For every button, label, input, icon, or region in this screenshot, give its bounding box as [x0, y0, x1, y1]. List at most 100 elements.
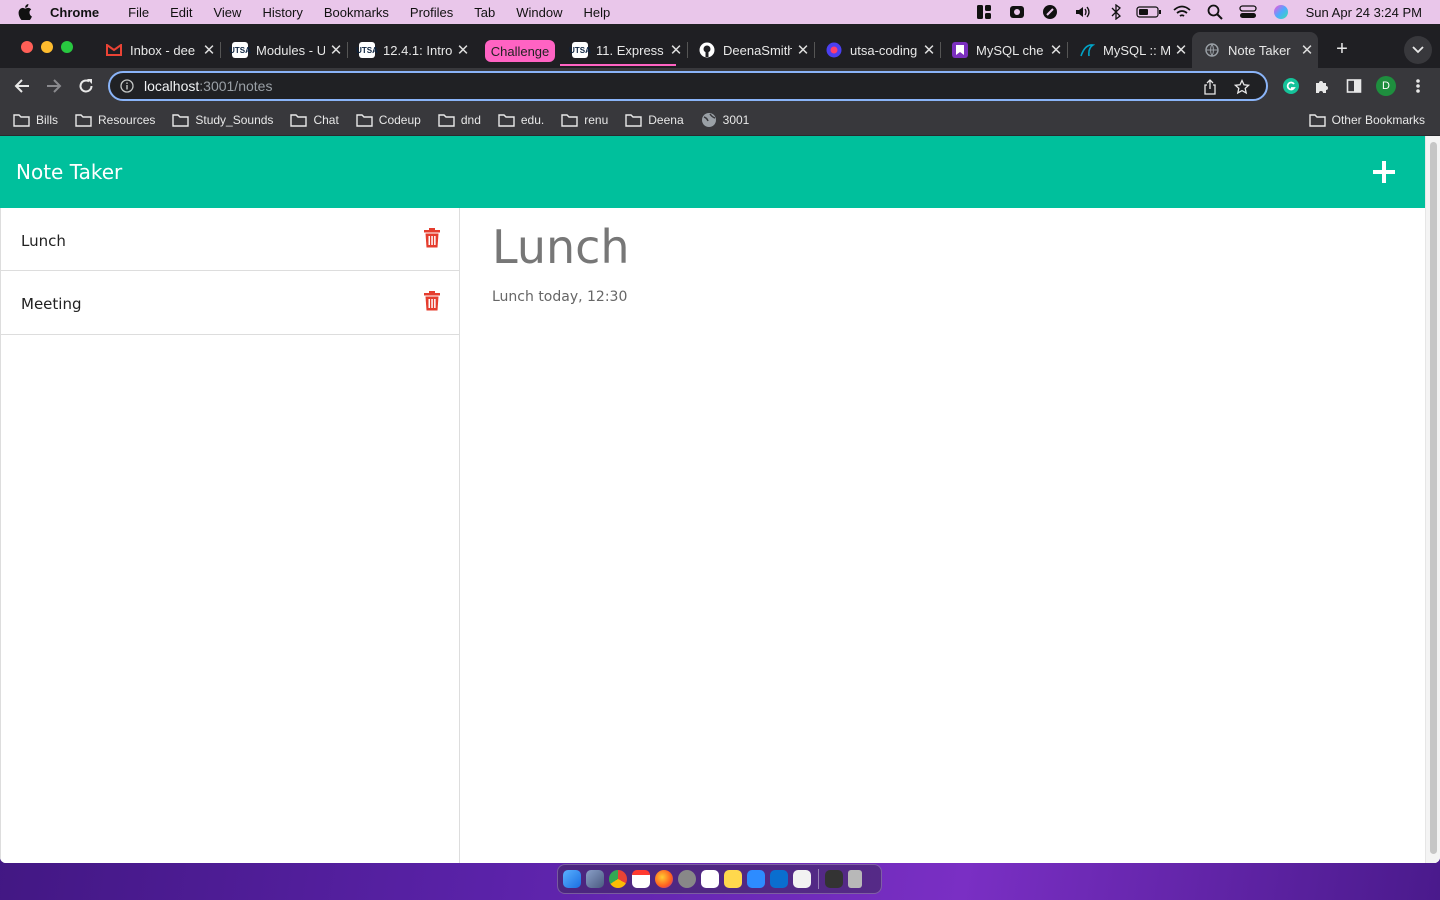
- note-text-area[interactable]: Lunch today, 12:30: [492, 289, 627, 305]
- tab-mysql-cheatsheet[interactable]: MySQL che ✕: [940, 36, 1068, 64]
- bookmark-star-icon[interactable]: [1226, 76, 1258, 98]
- list-item[interactable]: Lunch: [1, 208, 459, 271]
- close-tab-icon[interactable]: ✕: [1045, 41, 1067, 59]
- apple-icon[interactable]: [0, 4, 50, 20]
- tab-search-button[interactable]: [1404, 36, 1432, 64]
- calendar-icon[interactable]: [632, 870, 650, 888]
- new-tab-button[interactable]: +: [1330, 38, 1354, 61]
- menu-help[interactable]: Help: [584, 5, 611, 20]
- bookmark-study-sounds[interactable]: Study_Sounds: [172, 113, 273, 127]
- menu-history[interactable]: History: [262, 5, 302, 20]
- slack-icon[interactable]: [701, 870, 719, 888]
- profile-button[interactable]: D: [1374, 74, 1398, 98]
- close-tab-icon[interactable]: ✕: [452, 41, 474, 59]
- close-tab-icon[interactable]: ✕: [1170, 41, 1192, 59]
- close-tab-icon[interactable]: ✕: [792, 41, 814, 59]
- back-button[interactable]: [10, 74, 34, 98]
- bookmark-codeup[interactable]: Codeup: [356, 113, 421, 127]
- trash-icon[interactable]: [423, 291, 441, 311]
- notes-icon[interactable]: [724, 870, 742, 888]
- close-tab-icon[interactable]: ✕: [198, 41, 220, 59]
- bookmark-bills[interactable]: Bills: [13, 113, 58, 127]
- grid-app-icon[interactable]: [968, 0, 1001, 24]
- zoom-icon[interactable]: [747, 870, 765, 888]
- menu-edit[interactable]: Edit: [170, 5, 192, 20]
- grammarly-extension-icon[interactable]: [1279, 74, 1303, 98]
- bookmark-3001[interactable]: 3001: [701, 112, 749, 128]
- spotlight-search-icon[interactable]: [1199, 0, 1232, 24]
- menu-view[interactable]: View: [213, 5, 241, 20]
- side-panel-icon[interactable]: [1342, 74, 1366, 98]
- tab-inbox[interactable]: Inbox - dee ✕: [94, 36, 221, 64]
- minimize-window-button[interactable]: [41, 41, 53, 53]
- bookmark-resources[interactable]: Resources: [75, 113, 155, 127]
- bookmark-renu[interactable]: renu: [561, 113, 608, 127]
- close-tab-icon[interactable]: ✕: [665, 41, 687, 59]
- menu-window[interactable]: Window: [516, 5, 562, 20]
- vscode-icon[interactable]: [770, 870, 788, 888]
- feather-app-icon[interactable]: [1034, 0, 1067, 24]
- note-item-title[interactable]: Meeting: [21, 295, 81, 313]
- url-text[interactable]: localhost:3001/notes: [144, 78, 272, 94]
- volume-icon[interactable]: [1067, 0, 1100, 24]
- bookmark-deena[interactable]: Deena: [625, 113, 684, 127]
- extensions-puzzle-icon[interactable]: [1310, 74, 1334, 98]
- note-item-title[interactable]: Lunch: [21, 232, 66, 250]
- tab-12-4-1[interactable]: UTSA 12.4.1: Intro ✕: [347, 36, 474, 64]
- bookmark-edu[interactable]: edu.: [498, 113, 544, 127]
- chrome-menu-icon[interactable]: [1406, 74, 1430, 98]
- camera-app-icon[interactable]: [1001, 0, 1034, 24]
- textedit-icon[interactable]: [793, 870, 811, 888]
- trash-icon[interactable]: [423, 228, 441, 248]
- bookmark-label: dnd: [460, 112, 481, 127]
- close-tab-icon[interactable]: ✕: [325, 41, 347, 59]
- address-bar[interactable]: localhost:3001/notes: [108, 71, 1268, 101]
- system-preferences-icon[interactable]: [678, 870, 696, 888]
- tab-group-challenge[interactable]: Challenge: [485, 40, 555, 62]
- other-bookmarks[interactable]: Other Bookmarks: [1308, 104, 1425, 136]
- tab-note-taker[interactable]: Note Taker ✕: [1192, 32, 1318, 68]
- battery-icon[interactable]: [1133, 0, 1166, 24]
- menu-bookmarks[interactable]: Bookmarks: [324, 5, 389, 20]
- siri-icon[interactable]: [1265, 0, 1298, 24]
- menu-tab[interactable]: Tab: [474, 5, 495, 20]
- scrollbar-thumb[interactable]: [1430, 142, 1437, 854]
- share-icon[interactable]: [1194, 76, 1226, 98]
- menubar-clock[interactable]: Sun Apr 24 3:24 PM: [1306, 5, 1422, 20]
- arrow-right-icon: [47, 79, 62, 93]
- bluetooth-icon[interactable]: [1100, 0, 1133, 24]
- tab-title: 11. Express: [596, 42, 664, 58]
- firefox-icon[interactable]: [655, 870, 673, 888]
- forward-button[interactable]: [42, 74, 66, 98]
- menu-profiles[interactable]: Profiles: [410, 5, 453, 20]
- note-title-input[interactable]: Lunch: [492, 220, 630, 274]
- wifi-icon[interactable]: [1166, 0, 1199, 24]
- page-scrollbar[interactable]: [1425, 136, 1440, 863]
- trash-bin-icon[interactable]: [848, 870, 862, 888]
- terminal-icon[interactable]: [825, 870, 843, 888]
- close-window-button[interactable]: [21, 41, 33, 53]
- menu-app-name[interactable]: Chrome: [50, 5, 99, 20]
- close-tab-icon[interactable]: ✕: [1296, 41, 1318, 59]
- tab-github[interactable]: DeenaSmith ✕: [687, 36, 815, 64]
- tab-express[interactable]: UTSA 11. Express ✕: [560, 36, 688, 64]
- new-note-button[interactable]: [1370, 158, 1398, 186]
- reload-button[interactable]: [74, 74, 98, 98]
- finder-icon[interactable]: [563, 870, 581, 888]
- tab-modules[interactable]: UTSA Modules - U ✕: [220, 36, 348, 64]
- fullscreen-window-button[interactable]: [61, 41, 73, 53]
- bookmark-label: Resources: [98, 112, 156, 127]
- close-tab-icon[interactable]: ✕: [918, 41, 940, 59]
- site-info-icon[interactable]: [110, 79, 144, 93]
- bookmark-chat[interactable]: Chat: [290, 113, 339, 127]
- menu-file[interactable]: File: [128, 5, 149, 20]
- tab-utsa-coding[interactable]: utsa-coding ✕: [814, 36, 941, 64]
- app-title[interactable]: Note Taker: [16, 160, 122, 184]
- launchpad-icon[interactable]: [586, 870, 604, 888]
- bookmark-dnd[interactable]: dnd: [438, 113, 481, 127]
- control-center-icon[interactable]: [1232, 0, 1265, 24]
- list-item[interactable]: Meeting: [1, 271, 459, 335]
- chrome-dock-icon[interactable]: [609, 870, 627, 888]
- tab-title: Inbox - dee: [130, 42, 196, 58]
- tab-mysql[interactable]: MySQL :: M ✕: [1067, 36, 1192, 64]
